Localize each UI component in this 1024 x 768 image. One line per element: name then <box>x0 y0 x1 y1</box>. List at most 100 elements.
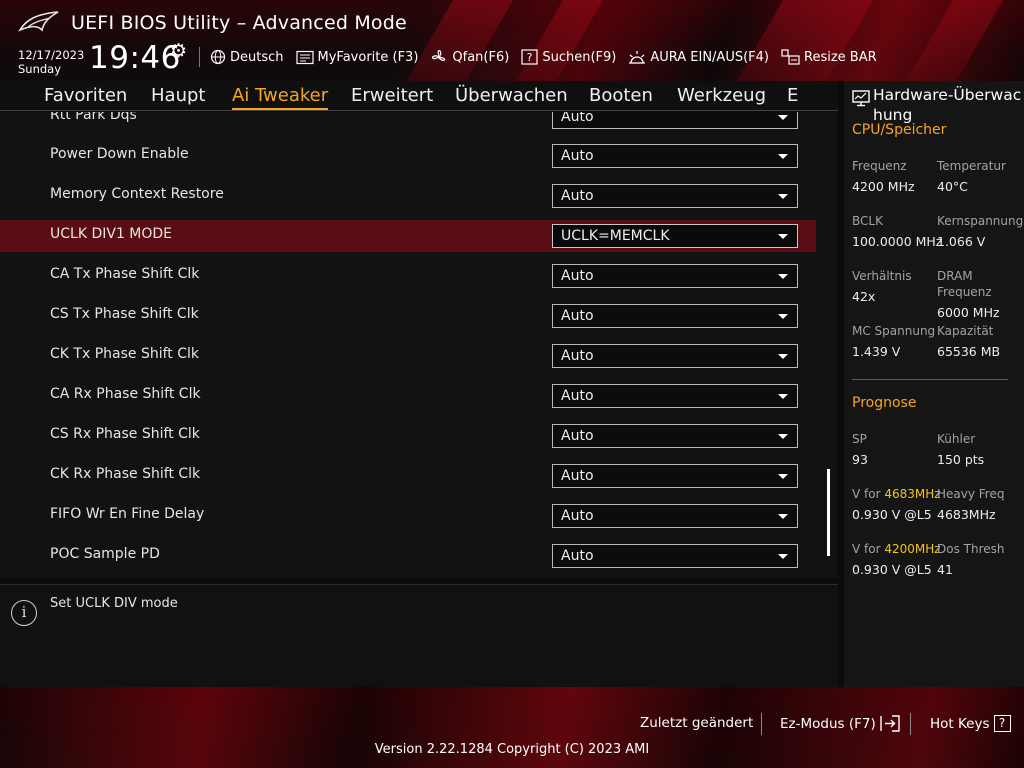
chevron-down-icon <box>778 514 788 519</box>
favorite-icon <box>295 50 314 64</box>
setting-row[interactable]: Power Down Enable Auto <box>0 140 816 172</box>
setting-label: CK Tx Phase Shift Clk <box>50 346 199 362</box>
tab-haupt[interactable]: Haupt <box>151 85 205 106</box>
resize-bar-button[interactable]: Resize BAR <box>781 49 877 65</box>
dropdown-value: Auto <box>561 428 594 444</box>
search-label: Suchen(F9) <box>542 49 617 65</box>
myfavorite-label: MyFavorite (F3) <box>317 49 419 65</box>
header-decor-stripe <box>883 0 1024 81</box>
date-text: 12/17/2023 <box>18 48 85 62</box>
setting-row[interactable]: CK Rx Phase Shift Clk Auto <box>0 460 816 492</box>
core-voltage-value: 1.066 V <box>937 234 986 249</box>
tab-favoriten[interactable]: Favoriten <box>44 85 127 106</box>
setting-label: CA Rx Phase Shift Clk <box>50 386 201 402</box>
setting-dropdown[interactable]: Auto <box>552 424 798 448</box>
capacity-value: 65536 MB <box>937 344 1001 359</box>
gear-icon[interactable]: ⚙ <box>170 40 187 62</box>
info-icon: i <box>11 600 37 626</box>
setting-row[interactable]: CS Tx Phase Shift Clk Auto <box>0 300 816 332</box>
language-button[interactable]: Deutsch <box>210 49 284 65</box>
hw-monitor-title: Hardware-Überwac hung <box>873 85 1024 125</box>
day-text: Sunday <box>18 62 62 76</box>
setting-dropdown[interactable]: Auto <box>552 304 798 328</box>
v-for-prefix: V for <box>852 487 885 501</box>
bclk-label: BCLK <box>852 214 883 228</box>
v-for-freq-value: 0.930 V @L5 <box>852 507 932 522</box>
setting-dropdown[interactable]: Auto <box>552 344 798 368</box>
setting-row[interactable]: CA Tx Phase Shift Clk Auto <box>0 260 816 292</box>
chevron-down-icon <box>778 554 788 559</box>
setting-dropdown[interactable]: Auto <box>552 504 798 528</box>
chevron-down-icon <box>778 474 788 479</box>
chevron-down-icon <box>778 115 788 120</box>
tab-ai-tweaker[interactable]: Ai Tweaker <box>232 85 329 110</box>
hw-divider <box>852 379 1008 380</box>
sp-label: SP <box>852 432 867 446</box>
setting-dropdown[interactable]: Auto <box>552 184 798 208</box>
setting-dropdown[interactable]: Auto <box>552 464 798 488</box>
cooler-label: Kühler <box>937 432 976 446</box>
cooler-value: 150 pts <box>937 452 985 467</box>
bclk-value: 100.0000 MHz <box>852 234 943 249</box>
setting-label: CS Tx Phase Shift Clk <box>50 306 199 322</box>
chevron-down-icon <box>778 154 788 159</box>
chevron-down-icon <box>778 234 788 239</box>
setting-row[interactable]: CS Rx Phase Shift Clk Auto <box>0 420 816 452</box>
search-button[interactable]: ? Suchen(F9) <box>521 49 616 65</box>
dram-frequency-label: Frequenz <box>937 285 992 299</box>
hardware-monitor-panel: Hardware-Überwac hung CPU/Speicher Frequ… <box>844 81 1024 687</box>
help-text: Set UCLK DIV mode <box>50 596 178 611</box>
search-help-icon: ? <box>521 49 538 65</box>
rog-logo-icon <box>18 11 59 32</box>
settings-scrollbar[interactable] <box>827 469 830 556</box>
help-panel: i Set UCLK DIV mode <box>0 584 838 687</box>
dos-thresh-value: 41 <box>937 562 953 577</box>
chevron-down-icon <box>778 314 788 319</box>
dram-frequency-value: 6000 MHz <box>937 305 1000 320</box>
setting-row[interactable]: Memory Context Restore Auto <box>0 180 816 212</box>
setting-row-selected[interactable]: UCLK DIV1 MODE UCLK=MEMCLK <box>0 220 816 252</box>
v-for-freq-value: 0.930 V @L5 <box>852 562 932 577</box>
header-toolbar: Deutsch MyFavorite (F3) Qfan(F6) ? Suche… <box>210 47 889 67</box>
setting-row[interactable]: CK Tx Phase Shift Clk Auto <box>0 340 816 372</box>
tab-erweitert[interactable]: Erweitert <box>351 85 433 106</box>
monitor-icon <box>852 90 870 107</box>
dropdown-value: Auto <box>561 548 594 564</box>
last-modified-button[interactable]: Zuletzt geändert <box>640 715 753 731</box>
setting-dropdown[interactable]: UCLK=MEMCLK <box>552 224 798 248</box>
language-label: Deutsch <box>230 49 284 65</box>
hot-keys-button[interactable]: Hot Keys ? <box>930 715 1011 732</box>
qfan-button[interactable]: Qfan(F6) <box>430 49 509 65</box>
aura-button[interactable]: AURA EIN/AUS(F4) <box>628 49 769 65</box>
mc-voltage-label: MC Spannung <box>852 324 936 338</box>
setting-row[interactable]: Rtt Park Dqs Auto <box>0 112 816 133</box>
tab-exit[interactable]: E <box>787 85 798 106</box>
v-for-freq-highlight: 4200MHz <box>884 542 941 556</box>
globe-icon <box>210 49 226 65</box>
freq-label: Frequenz <box>852 159 907 173</box>
fan-icon <box>432 50 446 61</box>
myfavorite-button[interactable]: MyFavorite (F3) <box>295 49 419 65</box>
setting-row[interactable]: FIFO Wr En Fine Delay Auto <box>0 500 816 532</box>
heavy-freq-value: 4683MHz <box>937 507 996 522</box>
heavy-freq-label: Heavy Freq <box>937 487 1005 501</box>
ez-mode-label: Ez-Modus (F7) <box>780 715 876 732</box>
setting-row[interactable]: CA Rx Phase Shift Clk Auto <box>0 380 816 412</box>
tab-werkzeug[interactable]: Werkzeug <box>677 85 766 106</box>
setting-dropdown[interactable]: Auto <box>552 144 798 168</box>
chevron-down-icon <box>778 194 788 199</box>
setting-label: CA Tx Phase Shift Clk <box>50 266 200 282</box>
tab-booten[interactable]: Booten <box>589 85 653 106</box>
setting-dropdown[interactable]: Auto <box>552 384 798 408</box>
clock-display: 19:46 <box>89 40 181 76</box>
dropdown-value: Auto <box>561 268 594 284</box>
ez-mode-button[interactable]: Ez-Modus (F7) <box>780 715 901 732</box>
setting-label: Power Down Enable <box>50 146 189 162</box>
setting-dropdown[interactable]: Auto <box>552 544 798 568</box>
core-voltage-label: Kernspannung <box>937 214 1024 228</box>
setting-dropdown[interactable]: Auto <box>552 264 798 288</box>
setting-label: CS Rx Phase Shift Clk <box>50 426 200 442</box>
tab-ueberwachen[interactable]: Überwachen <box>455 85 568 106</box>
setting-dropdown[interactable]: Auto <box>552 112 798 129</box>
setting-row[interactable]: POC Sample PD Auto <box>0 540 816 572</box>
